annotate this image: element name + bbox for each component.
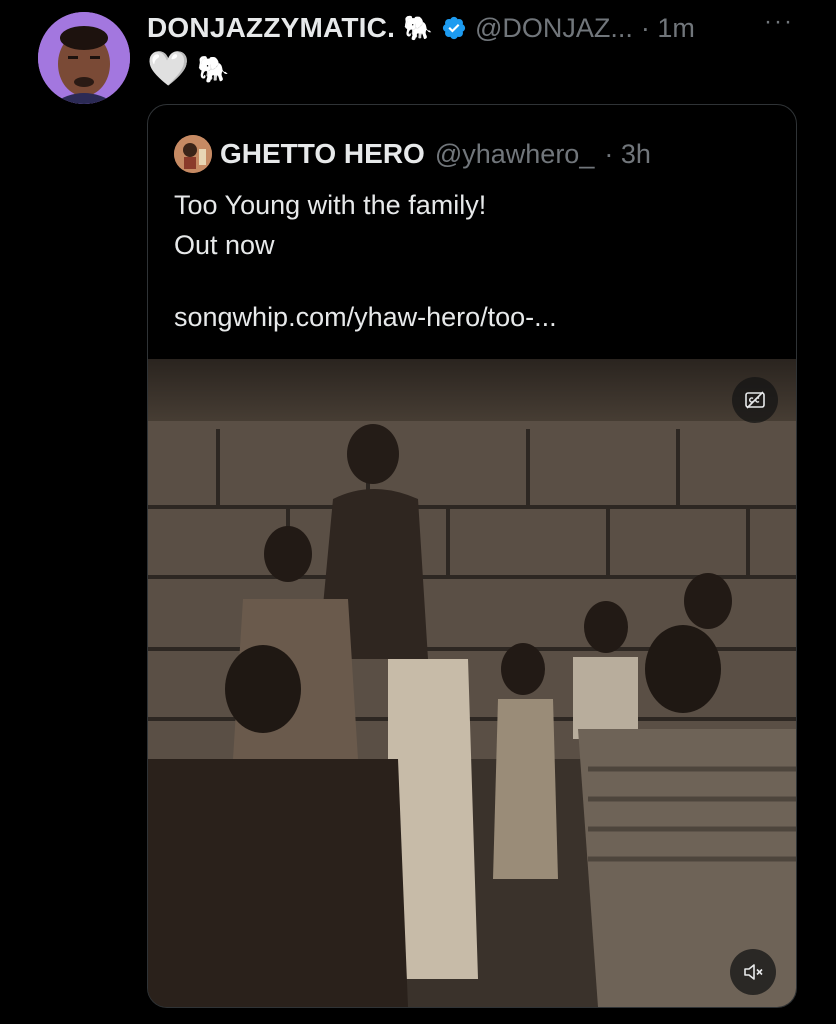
- quote-avatar-art: [174, 135, 212, 173]
- more-options-button[interactable]: ···: [764, 8, 794, 36]
- author-avatar[interactable]: [38, 12, 130, 104]
- quote-author-name[interactable]: GHETTO HERO: [220, 138, 425, 170]
- captions-button[interactable]: [732, 377, 778, 423]
- sound-muted-icon: [744, 964, 763, 980]
- tweet-timestamp[interactable]: · 1m: [641, 13, 695, 44]
- video-player[interactable]: [148, 359, 796, 1007]
- author-name[interactable]: DONJAZZYMATIC.: [147, 12, 395, 44]
- tweet-text: 🤍 🐘: [147, 52, 230, 86]
- closed-captions-off-icon: [745, 391, 765, 409]
- quoted-tweet-card[interactable]: GHETTO HERO @yhawhero_ · 3h Too Young wi…: [147, 104, 797, 1008]
- tweet-header: DONJAZZYMATIC. 🐘 @DONJAZ... · 1m: [147, 8, 695, 48]
- mute-button[interactable]: [730, 949, 776, 995]
- video-frame: [148, 359, 796, 1007]
- quote-author-avatar[interactable]: [174, 135, 212, 173]
- quote-text-line: Too Young with the family!: [174, 190, 487, 220]
- quote-timestamp[interactable]: · 3h: [604, 139, 651, 170]
- elephant-emoji: 🐘: [403, 14, 433, 42]
- quote-link[interactable]: songwhip.com/yhaw-hero/too-...: [174, 297, 557, 337]
- avatar-portrait: [38, 12, 130, 104]
- quote-header: GHETTO HERO @yhawhero_ · 3h: [174, 135, 651, 173]
- author-handle[interactable]: @DONJAZ...: [475, 13, 633, 44]
- elephant-emoji: 🐘: [197, 53, 230, 84]
- verified-badge-icon: [442, 16, 466, 40]
- quote-text: Too Young with the family! Out now songw…: [174, 185, 557, 337]
- quote-text-line: Out now: [174, 230, 275, 260]
- white-heart-emoji: 🤍: [147, 50, 190, 88]
- quote-author-handle[interactable]: @yhawhero_: [435, 139, 595, 170]
